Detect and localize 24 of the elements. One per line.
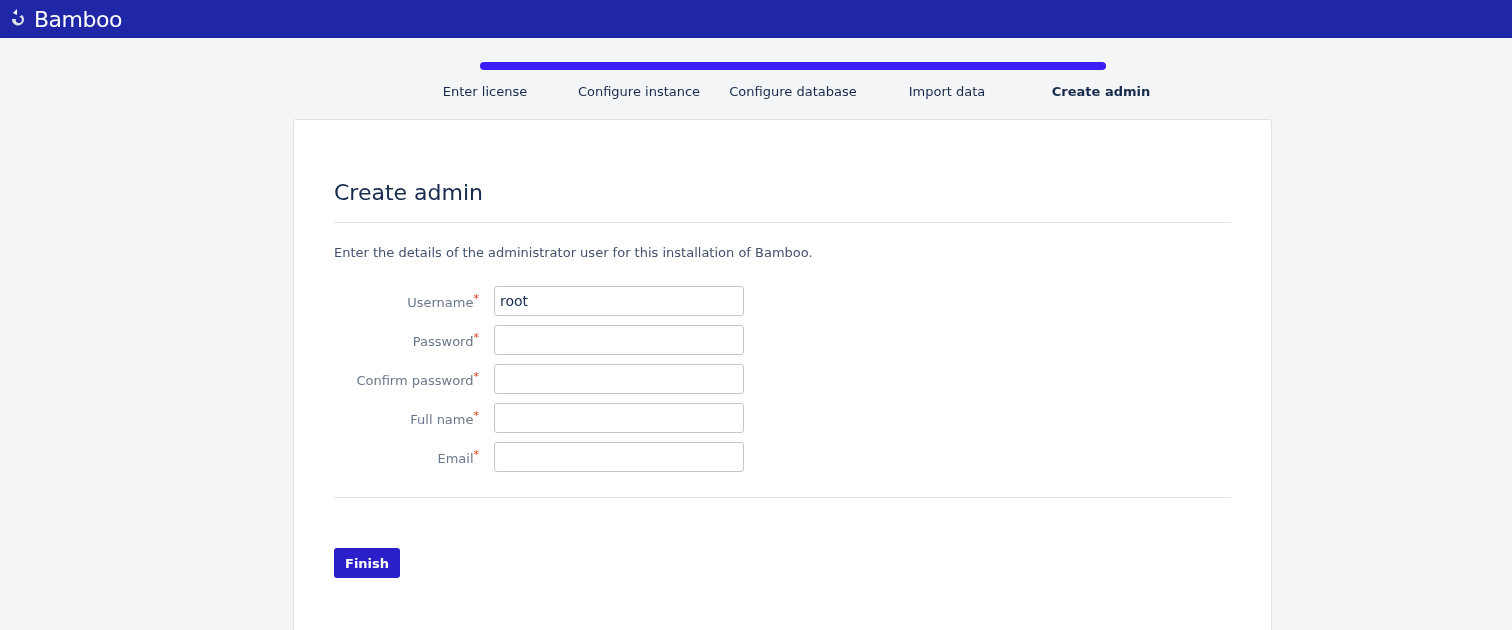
input-field[interactable] xyxy=(494,325,744,355)
description-text: Enter the details of the administrator user for this installation of Bamboo. xyxy=(334,245,814,260)
required-mark: * xyxy=(473,369,479,383)
wizard-step: Configure database xyxy=(716,84,870,99)
wizard-step: Import data xyxy=(870,84,1024,99)
wizard-step: Configure instance xyxy=(562,84,716,99)
input-field[interactable] xyxy=(494,442,744,472)
input-field[interactable] xyxy=(494,364,744,394)
product-name: Bamboo xyxy=(34,6,122,32)
required-mark: * xyxy=(473,291,479,305)
field-label: Username$^{*}$ xyxy=(406,291,479,311)
input-field[interactable] xyxy=(494,403,744,433)
field-label: Full name$^{*}$ xyxy=(409,408,479,428)
wizard-step: Create admin xyxy=(1024,84,1178,99)
required-mark: * xyxy=(473,408,479,422)
wizard-step: Enter license xyxy=(408,84,562,99)
field-label: Confirm password$^{*}$ xyxy=(355,369,479,389)
field-label: Email$^{*}$ xyxy=(436,447,479,467)
required-mark: * xyxy=(473,330,479,344)
page-title: Create admin xyxy=(334,180,485,205)
input-field[interactable]: root xyxy=(494,286,744,316)
required-mark: * xyxy=(473,447,479,461)
field-label: Password$^{*}$ xyxy=(411,330,479,350)
finish-button[interactable]: Finish xyxy=(334,548,401,578)
